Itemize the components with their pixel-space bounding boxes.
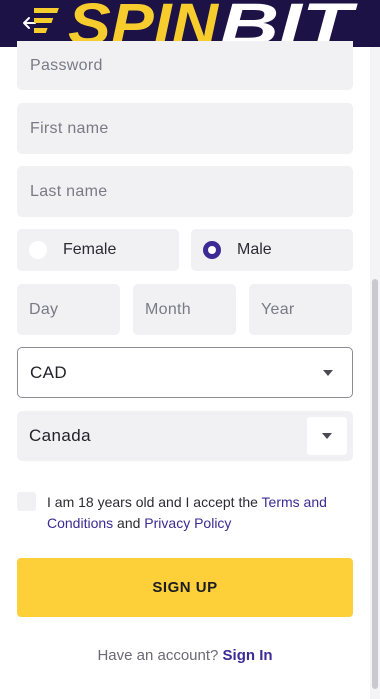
chevron-down-icon [323, 370, 333, 376]
female-label: Female [63, 241, 117, 258]
logo-bit-text: BIT [220, 0, 358, 47]
month-field[interactable]: Month [133, 284, 236, 335]
radio-unchecked-icon[interactable] [29, 241, 47, 259]
day-placeholder: Day [29, 300, 59, 318]
last-name-placeholder: Last name [30, 182, 108, 200]
day-field[interactable]: Day [17, 284, 120, 335]
country-value: Canada [29, 426, 91, 445]
currency-value: CAD [30, 362, 68, 382]
scrollbar[interactable] [370, 47, 380, 699]
chevron-down-icon [322, 433, 332, 439]
male-label: Male [237, 241, 272, 258]
scrollbar-thumb[interactable] [372, 279, 378, 689]
year-field[interactable]: Year [249, 284, 352, 335]
month-placeholder: Month [145, 300, 191, 318]
top-header: SPIN BIT [0, 0, 380, 47]
country-select[interactable]: Canada [17, 411, 353, 461]
password-placeholder: Password [30, 56, 103, 74]
account-prompt-text: Have an account? [97, 647, 219, 664]
country-dropdown-button[interactable] [307, 417, 347, 455]
gender-option-female[interactable]: Female [17, 229, 179, 271]
first-name-placeholder: First name [30, 119, 109, 137]
account-prompt: Have an account? Sign In [17, 647, 353, 664]
terms-prefix: I am 18 years old and I accept the [47, 494, 262, 510]
signup-button[interactable]: SIGN UP [17, 558, 353, 617]
privacy-link[interactable]: Privacy Policy [144, 515, 231, 531]
year-placeholder: Year [261, 300, 295, 318]
terms-text: I am 18 years old and I accept the Terms… [47, 492, 347, 534]
signin-link[interactable]: Sign In [223, 647, 273, 664]
terms-and: and [113, 515, 145, 531]
last-name-field[interactable]: Last name [17, 166, 353, 217]
gender-option-male[interactable]: Male [191, 229, 353, 271]
spinbit-logo: SPIN BIT [27, 0, 364, 47]
radio-checked-icon[interactable] [203, 241, 221, 259]
logo-spin-text: SPIN [68, 0, 219, 47]
currency-select[interactable]: CAD [17, 347, 353, 398]
first-name-field[interactable]: First name [17, 103, 353, 154]
terms-checkbox[interactable] [17, 492, 36, 511]
password-field[interactable]: Password [17, 41, 353, 90]
